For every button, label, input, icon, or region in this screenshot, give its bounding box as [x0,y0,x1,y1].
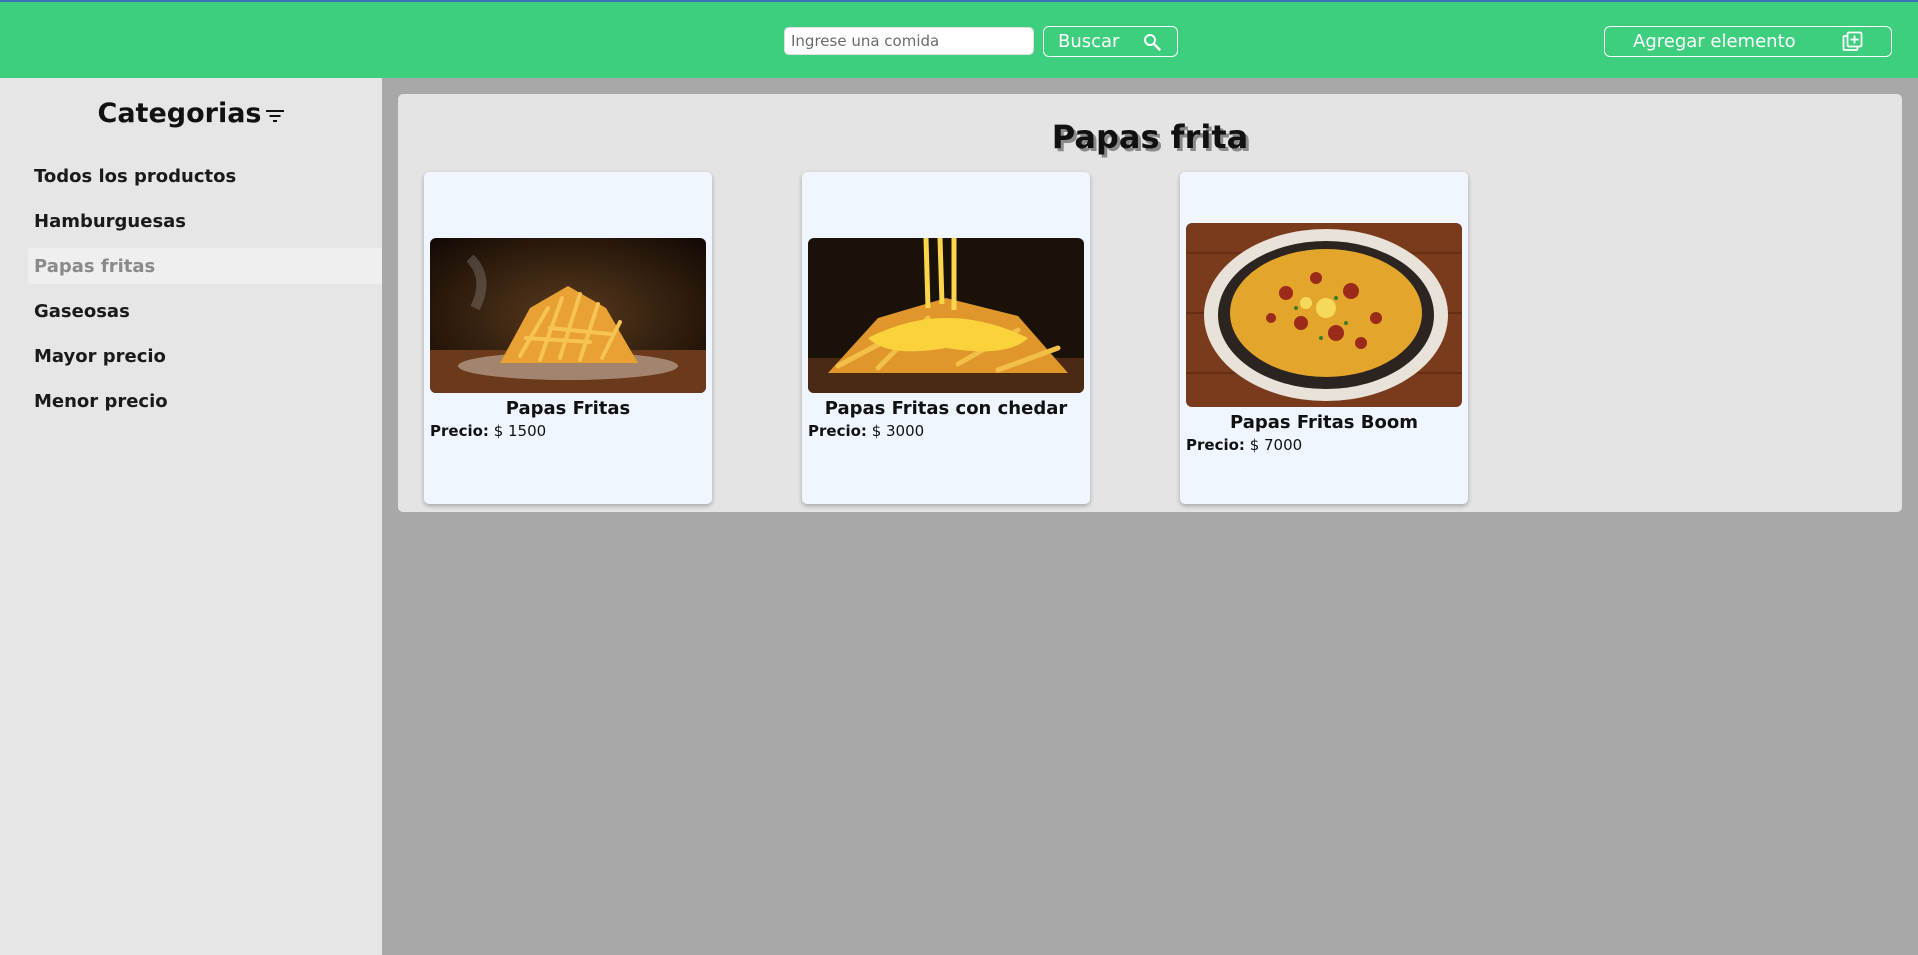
product-price: Precio: $ 3000 [808,422,924,440]
sidebar-item-label: Gaseosas [34,300,130,322]
sidebar-item-label: Papas fritas [34,255,156,277]
sidebar-header: Categorias [0,98,382,129]
search-icon [1144,33,1161,51]
search-input[interactable] [784,27,1034,55]
sidebar-item-menor-precio[interactable]: Menor precio [28,383,382,419]
price-label: Precio: [1186,436,1245,454]
product-name: Papas Fritas [505,398,631,419]
top-navbar: Buscar Agregar elemento [0,0,1918,78]
product-name: Papas Fritas con chedar [824,398,1068,419]
price-label: Precio: [430,422,489,440]
sidebar-item-todos-los-productos[interactable]: Todos los productos [28,158,382,194]
sidebar-item-gaseosas[interactable]: Gaseosas [28,293,382,329]
sidebar-title: Categorias [97,98,262,129]
category-sidebar: Categorias Todos los productos Hamburgue… [0,78,382,955]
page-title: Papas frita [1051,118,1249,156]
price-value: $ 1500 [493,422,547,440]
product-card[interactable]: Papas Fritas con chedar Precio: $ 3000 [802,172,1090,504]
product-price: Precio: $ 7000 [1186,436,1302,454]
add-item-button-label: Agregar elemento [1633,31,1796,52]
search-button-label: Buscar [1058,31,1120,52]
sidebar-item-label: Menor precio [34,390,168,412]
search-button[interactable]: Buscar [1043,26,1178,57]
sidebar-item-hamburguesas[interactable]: Hamburguesas [28,203,382,239]
products-panel: Papas frita Papas Fritas Precio: $ 1500 … [398,94,1902,512]
filter-icon[interactable] [265,108,285,124]
sidebar-item-mayor-precio[interactable]: Mayor precio [28,338,382,374]
fries-photo [430,238,706,393]
sidebar-item-label: Todos los productos [34,165,237,187]
add-box-icon [1842,31,1863,51]
price-value: $ 3000 [871,422,925,440]
sidebar-item-label: Hamburguesas [34,210,187,232]
product-card[interactable]: Papas Fritas Boom Precio: $ 7000 [1180,172,1468,504]
price-label: Precio: [808,422,867,440]
category-list: Todos los productos Hamburguesas Papas f… [28,158,382,428]
price-value: $ 7000 [1249,436,1303,454]
add-item-button[interactable]: Agregar elemento [1604,26,1892,57]
sidebar-item-papas-fritas[interactable]: Papas fritas [28,248,382,284]
product-card[interactable]: Papas Fritas Precio: $ 1500 [424,172,712,504]
loaded-fries-photo [1186,223,1462,407]
sidebar-item-label: Mayor precio [34,345,166,367]
cheddar-fries-photo [808,238,1084,393]
product-price: Precio: $ 1500 [430,422,546,440]
product-name: Papas Fritas Boom [1230,412,1418,433]
